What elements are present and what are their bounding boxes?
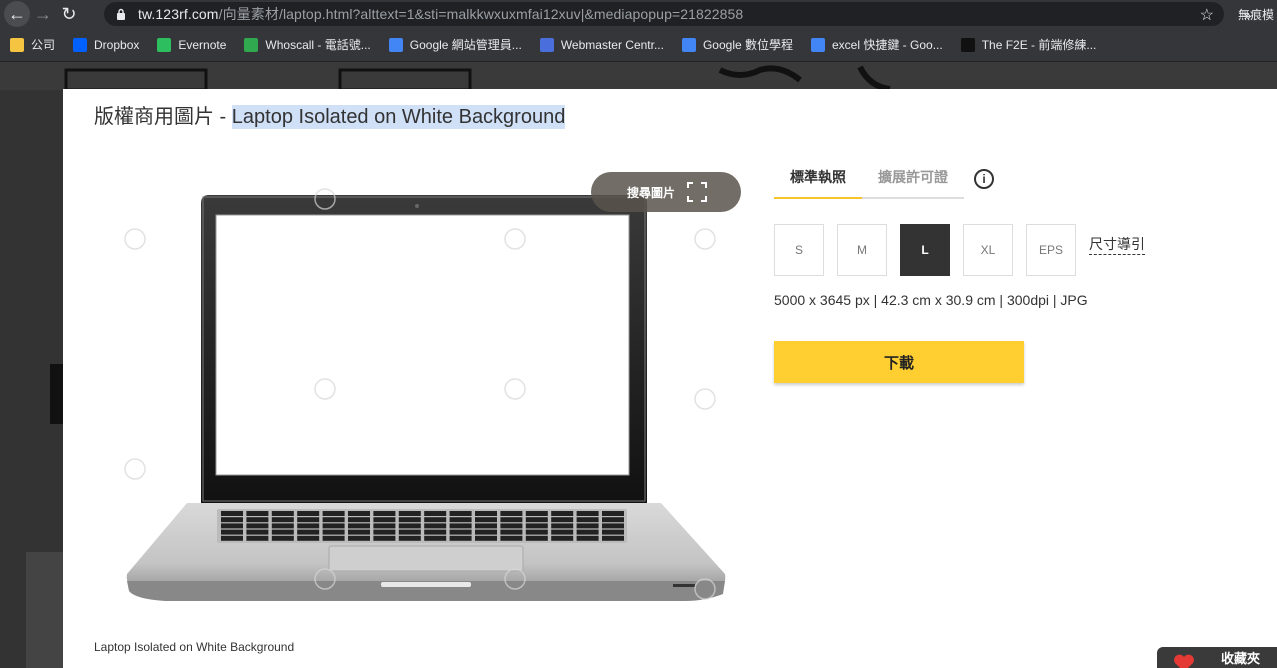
image-spec: 5000 x 3645 px | 42.3 cm x 30.9 cm | 300… <box>774 292 1088 308</box>
bookmark-label: Dropbox <box>94 37 140 52</box>
heart-icon <box>1173 653 1195 668</box>
forward-button[interactable]: → <box>30 1 56 27</box>
bookmark-item[interactable]: Evernote <box>157 37 227 52</box>
url-text: tw.123rf.com/向量素材/laptop.html?alttext=1&… <box>138 4 743 24</box>
info-icon[interactable]: i <box>974 169 994 189</box>
bookmark-item[interactable]: The F2E - 前端修練... <box>960 36 1097 53</box>
bookmark-item[interactable]: Whoscall - 電話號... <box>244 36 371 53</box>
url-path: /向量素材/laptop.html?alttext=1&sti=malkkwxu… <box>218 6 744 22</box>
folder-icon <box>10 37 24 52</box>
google-icon <box>681 37 696 52</box>
favorites-label: 收藏夾 <box>1221 651 1261 666</box>
dropbox-icon <box>73 37 88 52</box>
size-option[interactable]: S <box>774 224 824 276</box>
size-guide-link[interactable]: 尺寸導引 <box>1089 234 1145 255</box>
bookmark-label: Google 數位學程 <box>702 38 793 52</box>
license-tab[interactable]: 標準執照 <box>774 163 862 199</box>
image-caption: Laptop Isolated on White Background <box>94 640 295 654</box>
bookmarks-overflow-button[interactable]: » <box>1244 8 1251 23</box>
f2e-icon <box>960 37 975 52</box>
bookmark-item[interactable]: Dropbox <box>73 37 140 52</box>
size-option[interactable]: EPS <box>1026 224 1076 276</box>
bookmark-label: Whoscall - 電話號... <box>265 38 371 52</box>
size-options: S M L XL EPS 尺寸導引 <box>774 224 1145 276</box>
title-highlight: Laptop Isolated on White Background <box>231 105 566 129</box>
bookmark-label: The F2E - 前端修練... <box>981 38 1097 52</box>
bookmark-item[interactable]: 公司 <box>10 36 55 53</box>
fullscreen-icon <box>687 182 708 202</box>
laptop-image <box>124 188 726 601</box>
address-bar[interactable]: tw.123rf.com/向量素材/laptop.html?alttext=1&… <box>104 2 1224 26</box>
favorites-button[interactable]: 收藏夾 <box>1157 647 1277 668</box>
license-tab[interactable]: 擴展許可證 <box>862 163 964 199</box>
license-tabs: 標準執照 擴展許可證 i <box>774 163 994 199</box>
bookmark-item[interactable]: Google 數位學程 <box>681 36 793 53</box>
bookmark-item[interactable]: Webmaster Centr... <box>539 37 664 52</box>
search-image-button[interactable]: 搜尋圖片 <box>591 172 741 212</box>
browser-toolbar: ← → ↻ tw.123rf.com/向量素材/laptop.html?altt… <box>0 0 1277 28</box>
google-icon <box>388 37 403 52</box>
evernote-icon <box>157 37 172 52</box>
bookmark-label: 公司 <box>31 38 56 52</box>
download-button[interactable]: 下載 <box>774 341 1024 383</box>
google-icon <box>811 37 825 52</box>
lock-icon <box>114 7 128 21</box>
back-button[interactable]: ← <box>4 1 30 27</box>
bookmarks-bar: 公司 Dropbox Evernote Whoscall - 電話號... Google… <box>0 28 1277 62</box>
search-image-label: 搜尋圖片 <box>627 185 676 200</box>
url-host: tw.123rf.com <box>138 6 219 22</box>
title-prefix: 版權商用圖片 - <box>94 106 232 128</box>
bookmark-item[interactable]: Google 網站管理員... <box>388 36 522 53</box>
image-title: 版權商用圖片 - Laptop Isolated on White Backgr… <box>94 100 566 129</box>
bookmark-label: Evernote <box>178 37 227 52</box>
bookmark-star-icon[interactable]: ☆ <box>1200 5 1214 25</box>
image-modal: 版權商用圖片 - Laptop Isolated on White Backgr… <box>63 89 1277 668</box>
bookmark-label: excel 快捷鍵 - Goo... <box>832 38 943 52</box>
whoscall-icon <box>244 37 259 52</box>
bookmark-item[interactable]: excel 快捷鍵 - Goo... <box>811 36 943 53</box>
size-option[interactable]: L <box>900 224 950 276</box>
reload-button[interactable]: ↻ <box>56 1 82 27</box>
bookmark-label: Webmaster Centr... <box>560 37 664 52</box>
webmaster-icon <box>539 37 554 52</box>
size-option[interactable]: XL <box>963 224 1013 276</box>
bookmark-label: Google 網站管理員... <box>409 38 522 52</box>
size-option[interactable]: M <box>837 224 887 276</box>
